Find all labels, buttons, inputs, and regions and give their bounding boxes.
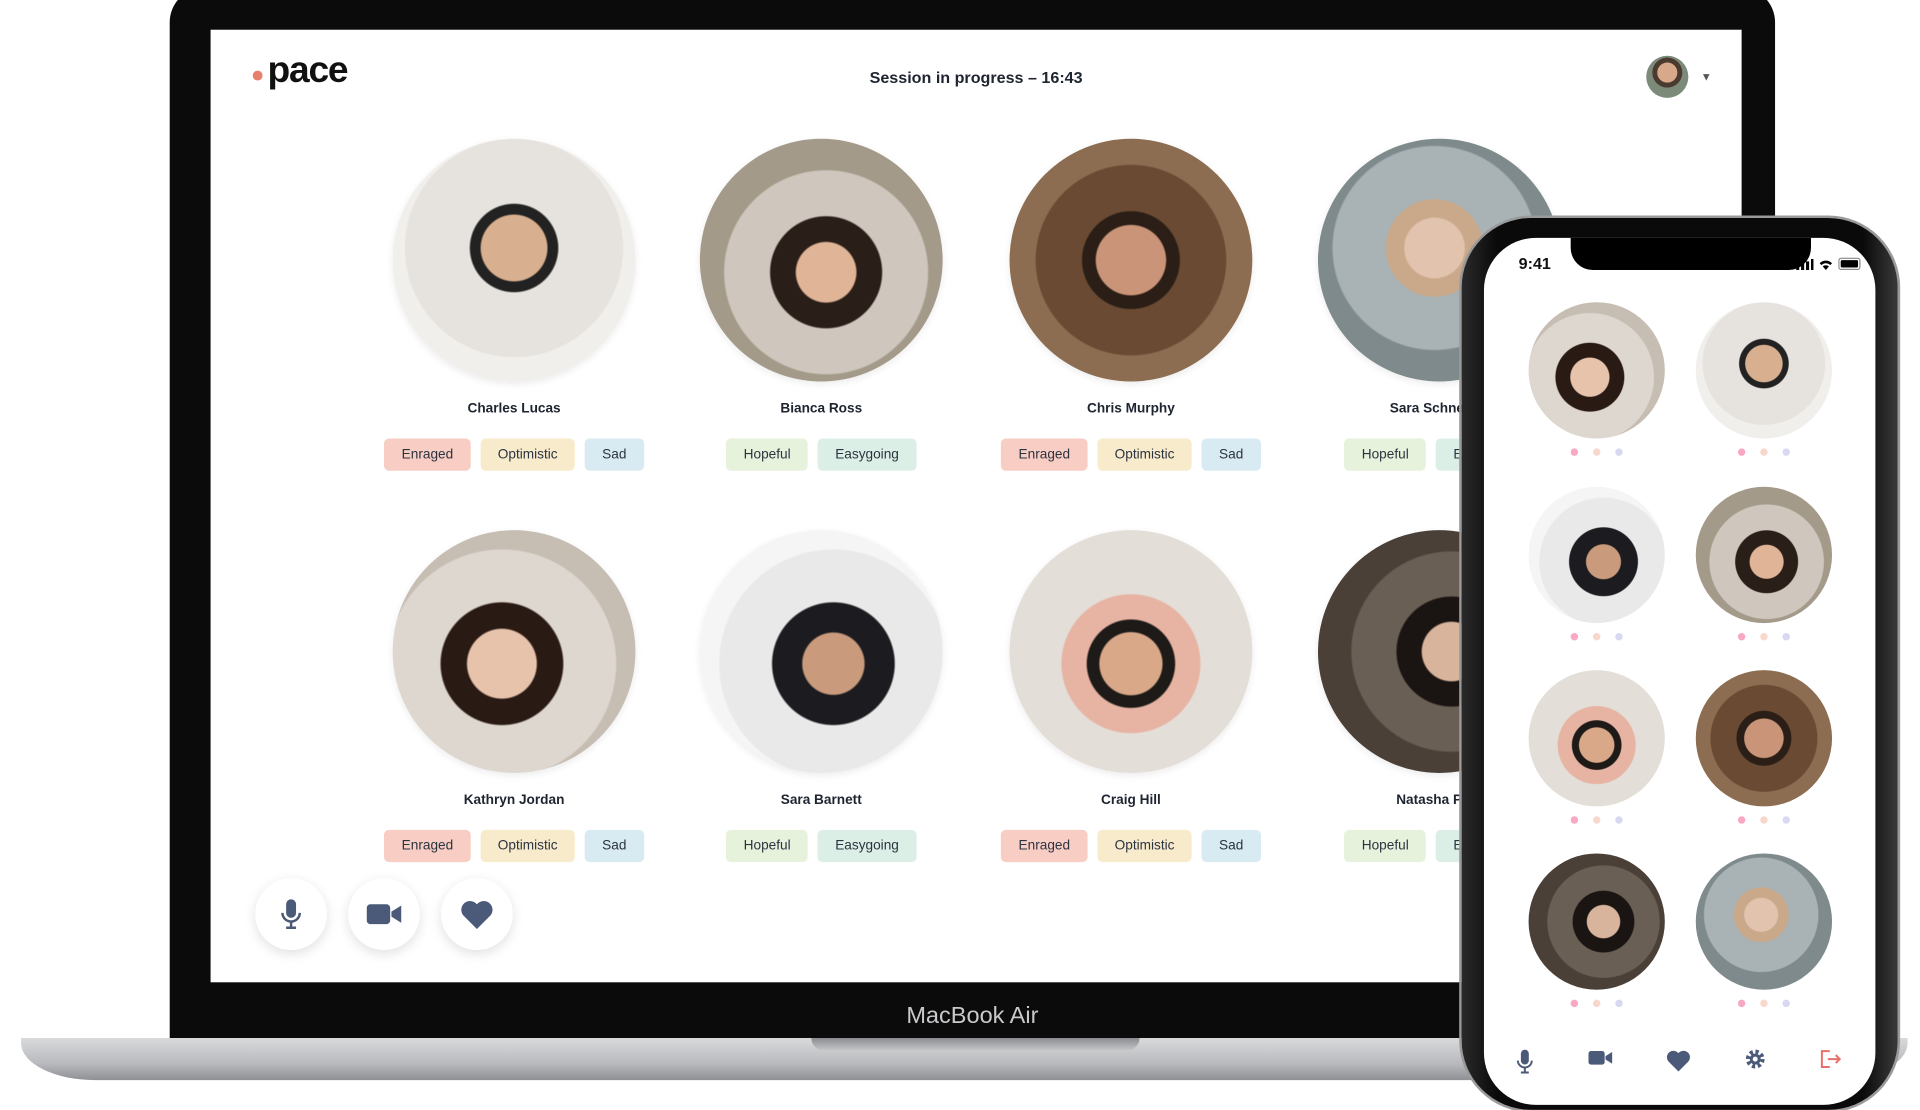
- emotion-tag: Hopeful: [726, 438, 808, 471]
- emotion-tags: Enraged Optimistic Sad: [982, 438, 1279, 471]
- emotion-dot: [1782, 999, 1790, 1008]
- microphone-icon[interactable]: [1510, 1047, 1540, 1074]
- emotion-tag: Sad: [1201, 438, 1261, 471]
- emotion-dot: [1760, 448, 1768, 456]
- emotion-tag: Enraged: [384, 829, 471, 863]
- emotion-dot: [1737, 816, 1746, 824]
- phone-participant-video[interactable]: [1528, 486, 1665, 624]
- heart-icon: [461, 900, 493, 929]
- participant-name: Bianca Ross: [780, 401, 863, 417]
- emotion-tags: Hopeful Easygoing: [673, 438, 970, 471]
- participant-card: Bianca Ross Hopeful Easygoing: [673, 138, 970, 471]
- participant-video[interactable]: [1009, 138, 1253, 382]
- emotion-tag: Enraged: [1001, 829, 1088, 863]
- phone-notch: [1570, 237, 1811, 271]
- emotion-tag: Sad: [584, 438, 644, 471]
- participant-name: Sara Barnett: [780, 792, 862, 808]
- phone-participant-video[interactable]: [1695, 670, 1833, 807]
- emotion-dot: [1760, 816, 1768, 824]
- video-camera-icon[interactable]: [1586, 1047, 1616, 1072]
- emotion-dot: [1737, 999, 1746, 1008]
- emotion-tag: Optimistic: [480, 438, 575, 471]
- emotion-tag: Hopeful: [1344, 438, 1427, 471]
- emotion-tag: Optimistic: [1097, 438, 1192, 471]
- gear-icon[interactable]: [1740, 1047, 1770, 1072]
- phone-screen: 9:41: [1483, 237, 1876, 1105]
- emotion-dot: [1592, 816, 1601, 824]
- emotion-dot: [1615, 448, 1623, 456]
- emotion-dot: [1570, 816, 1579, 824]
- user-avatar[interactable]: [1646, 55, 1689, 98]
- participant-name: Craig Hill: [1101, 792, 1161, 808]
- emotion-dot: [1760, 632, 1768, 641]
- participant-card: Charles Lucas Enraged Optimistic Sad: [365, 138, 662, 471]
- video-camera-button[interactable]: [348, 878, 420, 951]
- emotion-dot: [1782, 816, 1790, 824]
- status-icons: [1796, 257, 1863, 271]
- signal-icon: [1796, 258, 1814, 271]
- emotion-dot: [1782, 448, 1790, 456]
- emotion-tags: Hopeful Easygoing: [673, 829, 970, 863]
- phone-status-time: 9:41: [1518, 253, 1551, 273]
- phone-participant-video[interactable]: [1695, 486, 1833, 624]
- battery-icon: [1838, 257, 1861, 271]
- microphone-icon: [280, 899, 302, 930]
- phone-participant-video[interactable]: [1695, 302, 1833, 439]
- participant-card: Chris Murphy Enraged Optimistic Sad: [982, 138, 1279, 471]
- emotion-tag: Hopeful: [726, 829, 808, 863]
- emotion-tag: Optimistic: [1097, 829, 1192, 863]
- participant-name: Kathryn Jordan: [463, 792, 565, 808]
- emotion-dot: [1760, 999, 1768, 1008]
- emotion-dot: [1737, 448, 1746, 456]
- session-status: Session in progress – 16:43: [869, 68, 1083, 87]
- participant-name: Chris Murphy: [1087, 401, 1175, 417]
- participant-card: Kathryn Jordan Enraged Optimistic Sad: [365, 530, 662, 863]
- emotion-tag: Hopeful: [1344, 829, 1427, 863]
- emotion-tags: Enraged Optimistic Sad: [365, 829, 662, 863]
- emotion-dot: [1615, 816, 1623, 824]
- emotion-tags: Enraged Optimistic Sad: [982, 829, 1279, 863]
- phone-participant-video[interactable]: [1528, 853, 1665, 990]
- emotion-dot: [1737, 632, 1746, 641]
- heart-button[interactable]: [440, 878, 513, 951]
- participant-video[interactable]: [699, 138, 943, 382]
- emotion-dot: [1592, 999, 1601, 1008]
- emotion-tag: Enraged: [1001, 438, 1088, 471]
- emotion-dot: [1615, 999, 1623, 1008]
- participant-video[interactable]: [699, 530, 943, 773]
- participant-video[interactable]: [1009, 530, 1253, 773]
- emotion-dot: [1592, 632, 1601, 641]
- emotion-tag: Sad: [584, 829, 644, 863]
- emotion-tag: Easygoing: [817, 829, 917, 863]
- emotion-dot: [1592, 448, 1601, 456]
- exit-icon[interactable]: [1816, 1047, 1846, 1072]
- emotion-tag: Optimistic: [480, 829, 575, 863]
- microphone-button[interactable]: [255, 878, 328, 951]
- heart-icon[interactable]: [1664, 1047, 1694, 1072]
- emotion-tag: Enraged: [384, 438, 471, 471]
- phone-participant-video[interactable]: [1695, 853, 1833, 990]
- phone-participant-video[interactable]: [1528, 670, 1665, 807]
- video-camera-icon: [366, 903, 402, 925]
- emotion-dot: [1570, 999, 1579, 1008]
- participant-name: Charles Lucas: [467, 401, 561, 417]
- emotion-tag: Easygoing: [817, 438, 917, 471]
- emotion-dot: [1615, 632, 1623, 641]
- participant-video[interactable]: [392, 530, 636, 773]
- emotion-dot: [1782, 632, 1790, 641]
- emotion-tags: Enraged Optimistic Sad: [365, 438, 662, 471]
- emotion-tag: Sad: [1201, 829, 1261, 863]
- chevron-down-icon[interactable]: ▼: [1701, 71, 1712, 83]
- emotion-dot: [1570, 448, 1579, 456]
- participant-card: Craig Hill Enraged Optimistic Sad: [982, 530, 1279, 863]
- wifi-icon: [1819, 260, 1833, 271]
- participant-card: Sara Barnett Hopeful Easygoing: [673, 530, 970, 863]
- emotion-dot: [1570, 632, 1579, 641]
- phone-participant-video[interactable]: [1528, 302, 1665, 439]
- laptop-hinge-notch: [811, 1038, 1140, 1051]
- participant-video[interactable]: [392, 138, 636, 382]
